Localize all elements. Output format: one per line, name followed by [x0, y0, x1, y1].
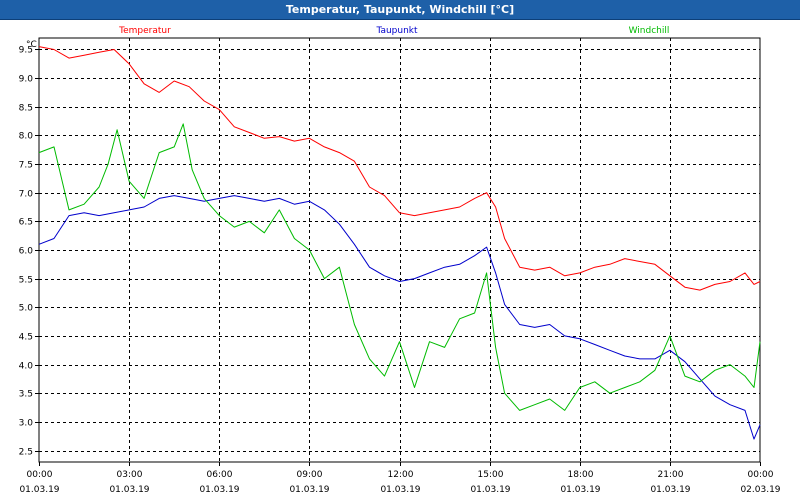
y-tick-label: 4.0	[19, 362, 34, 372]
chart-title: Temperatur, Taupunkt, Windchill [°C]	[0, 0, 800, 20]
y-axis: 2.5 3.0 3.5 4.0 4.5 5.0 5.5 6.0 6.5 7.0 7.5 8.0 8.5 9…	[19, 46, 39, 458]
legend-label-temperatur: Temperatur	[118, 26, 171, 36]
y-tick-label: 5.5	[19, 276, 33, 286]
x-tick-time-label: 06:00	[207, 470, 233, 480]
chart-area: 2.5 3.0 3.5 4.0 4.5 5.0 5.5 6.0 6.5 7.0 7.5 8.0 8.5 9…	[19, 26, 781, 495]
y-tick-label: 7.0	[19, 190, 34, 200]
y-tick-label: 8.0	[19, 132, 34, 142]
y-tick-label: 3.0	[19, 419, 34, 429]
legend-label-taupunkt: Taupunkt	[375, 26, 418, 36]
x-tick-time-label: 03:00	[117, 470, 143, 480]
x-tick-time-label: 00:00	[748, 470, 774, 480]
x-tick-date-label: 01.03.19	[289, 485, 329, 495]
y-tick-label: 4.5	[19, 333, 33, 343]
x-axis: 00:00 01.03.19 03:00 01.03.19 06:00 01.03.19 0…	[19, 462, 781, 495]
x-tick-time-label: 15:00	[478, 470, 504, 480]
x-tick-date-label: 02.03.19	[740, 485, 780, 495]
x-tick-date-label: 01.03.19	[560, 485, 600, 495]
y-tick-label: 3.5	[19, 390, 33, 400]
x-tick-time-label: 09:00	[297, 470, 323, 480]
x-tick-date-label: 01.03.19	[199, 485, 239, 495]
legend-label-windchill: Windchill	[629, 26, 670, 36]
y-tick-label: 8.5	[19, 104, 33, 114]
y-tick-label: 2.5	[19, 448, 33, 458]
x-tick-time-label: 18:00	[568, 470, 594, 480]
x-tick-time-label: 21:00	[658, 470, 684, 480]
x-tick-date-label: 01.03.19	[470, 485, 510, 495]
x-tick-time-label: 00:00	[27, 470, 53, 480]
y-tick-label: 6.5	[19, 218, 33, 228]
x-tick-date-label: 01.03.19	[19, 485, 59, 495]
y-tick-label: 9.0	[19, 75, 34, 85]
y-tick-label: 6.0	[19, 247, 34, 257]
y-axis-unit: °C	[26, 40, 37, 50]
y-tick-label: 5.0	[19, 304, 34, 314]
legend: Temperatur Taupunkt Windchill	[118, 26, 669, 36]
x-tick-date-label: 01.03.19	[109, 485, 149, 495]
x-tick-date-label: 01.03.19	[380, 485, 420, 495]
x-tick-time-label: 12:00	[388, 470, 414, 480]
y-tick-label: 7.5	[19, 161, 33, 171]
x-tick-date-label: 01.03.19	[650, 485, 690, 495]
